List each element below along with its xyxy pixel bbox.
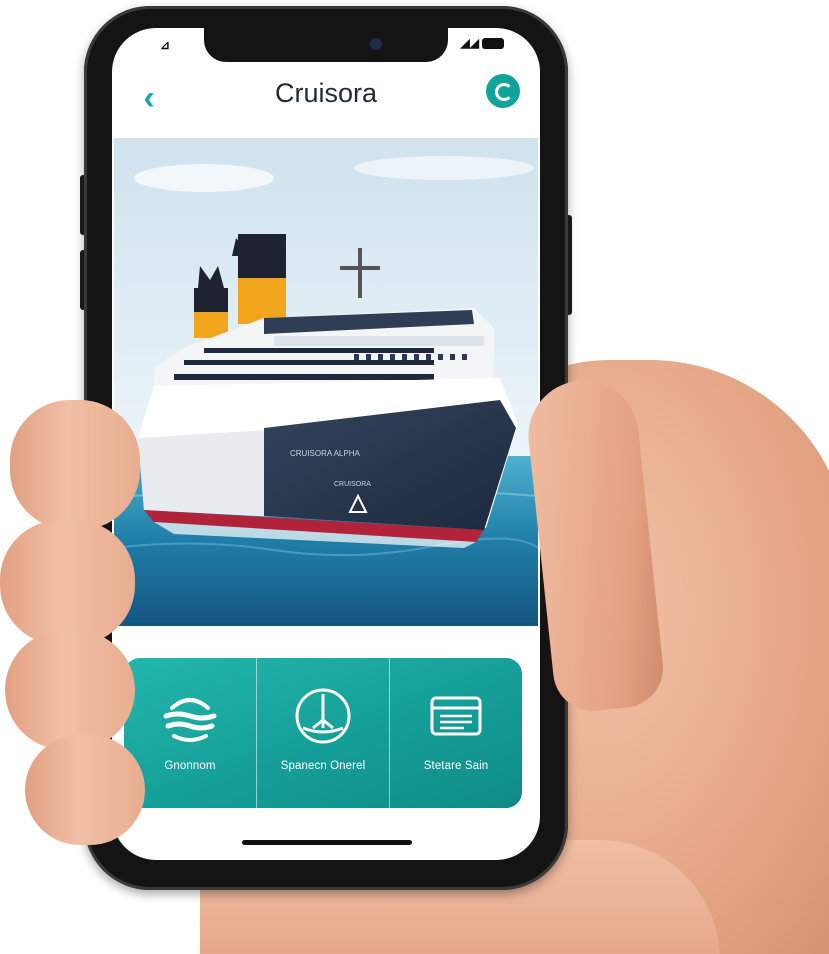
app-header: ‹ Cruisora bbox=[112, 68, 540, 134]
ship-name-text: CRUISORA ALPHA bbox=[290, 449, 360, 458]
stage: ⊿ ◢◢ ‹ Cruisora CRUISORA ALPHA CRUISORA … bbox=[0, 0, 829, 954]
steering-wheel-icon bbox=[295, 688, 351, 744]
phone-screen: ⊿ ◢◢ ‹ Cruisora CRUISORA ALPHA CRUISORA … bbox=[112, 28, 540, 860]
notch bbox=[204, 28, 448, 62]
feature-card-2[interactable]: Spanecn Onerel bbox=[257, 658, 390, 808]
index-finger bbox=[10, 400, 140, 530]
status-icons: ◢◢ bbox=[461, 36, 504, 50]
feature-card-3[interactable]: Stetare Sain bbox=[390, 658, 522, 808]
ship-port-text: CRUISORA bbox=[334, 481, 371, 488]
signal-icon: ⊿ bbox=[160, 38, 171, 52]
feature-label: Stetare Sain bbox=[423, 760, 489, 772]
wifi-icon: ◢◢ bbox=[460, 36, 479, 50]
feature-label: Gnonnom bbox=[164, 760, 216, 772]
ring-finger bbox=[5, 630, 135, 750]
battery-icon bbox=[482, 37, 504, 49]
brand-logo-icon[interactable] bbox=[486, 74, 520, 108]
waves-icon bbox=[163, 698, 217, 742]
home-indicator[interactable] bbox=[242, 840, 412, 845]
hero-image: CRUISORA ALPHA CRUISORA bbox=[114, 138, 538, 626]
middle-finger bbox=[0, 520, 135, 645]
little-finger bbox=[25, 735, 145, 845]
app-title: Cruisora bbox=[274, 78, 378, 108]
ticket-icon bbox=[430, 696, 482, 736]
feature-label: Spanecn Onerel bbox=[280, 760, 366, 772]
feature-card-group: Gnonnom Spanecn Onerel Stetare Sain bbox=[124, 658, 522, 808]
camera-icon bbox=[370, 38, 382, 50]
